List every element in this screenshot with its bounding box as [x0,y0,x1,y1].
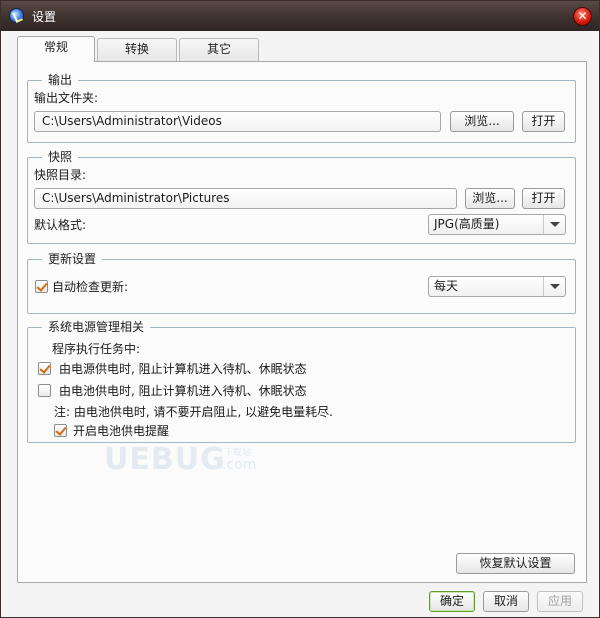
chevron-down-icon [543,277,565,296]
ac-power-label: 由电源供电时, 阻止计算机进入待机、休眠状态 [59,362,307,376]
chevron-down-icon [543,215,565,234]
settings-window: 设置 ✕ 常规 转换 其它 输出 输出文件夹: C:\Users\Adminis… [0,0,600,618]
power-group-title: 系统电源管理相关 [42,320,151,334]
output-group-title: 输出 [42,73,79,87]
ok-button[interactable]: 确定 [429,591,475,612]
tab-general[interactable]: 常规 [17,36,95,62]
tab-other[interactable]: 其它 [179,38,259,61]
battery-reminder-checkbox[interactable] [54,424,67,437]
snapshot-dir-field[interactable]: C:\Users\Administrator\Pictures [34,188,457,209]
update-frequency-select[interactable]: 每天 [428,276,566,297]
default-format-value: JPG(高质量) [434,217,500,231]
app-logo-icon [9,8,24,23]
title-bar[interactable]: 设置 ✕ [1,1,599,31]
snapshot-browse-button[interactable]: 浏览... [465,188,515,209]
close-button[interactable]: ✕ [573,7,592,26]
default-format-select[interactable]: JPG(高质量) [428,214,566,235]
close-icon: ✕ [577,9,588,23]
auto-check-label: 自动检查更新: [52,280,129,294]
output-browse-button[interactable]: 浏览... [450,111,514,132]
cancel-button[interactable]: 取消 [483,591,529,612]
snapshot-group-title: 快照 [42,150,79,164]
battery-note: 注: 由电池供电时, 请不要开启阻止, 以避免电量耗尽. [54,405,333,419]
ac-power-checkbox[interactable] [38,362,51,375]
output-folder-field[interactable]: C:\Users\Administrator\Videos [34,111,441,132]
apply-button[interactable]: 应用 [537,591,583,612]
update-frequency-value: 每天 [434,279,459,293]
battery-power-checkbox[interactable] [38,384,51,397]
auto-check-checkbox[interactable] [35,280,48,293]
output-folder-label: 输出文件夹: [34,91,99,105]
battery-reminder-label: 开启电池供电提醒 [73,424,170,438]
snapshot-open-button[interactable]: 打开 [522,188,565,209]
tab-convert[interactable]: 转换 [97,38,177,61]
default-format-label: 默认格式: [34,218,87,232]
during-task-label: 程序执行任务中: [52,342,141,356]
restore-defaults-button[interactable]: 恢复默认设置 [456,553,575,574]
update-group-title: 更新设置 [42,252,103,266]
battery-power-label: 由电池供电时, 阻止计算机进入待机、休眠状态 [59,384,307,398]
window-title: 设置 [32,10,57,24]
output-open-button[interactable]: 打开 [522,111,565,132]
snapshot-dir-label: 快照目录: [34,168,87,182]
